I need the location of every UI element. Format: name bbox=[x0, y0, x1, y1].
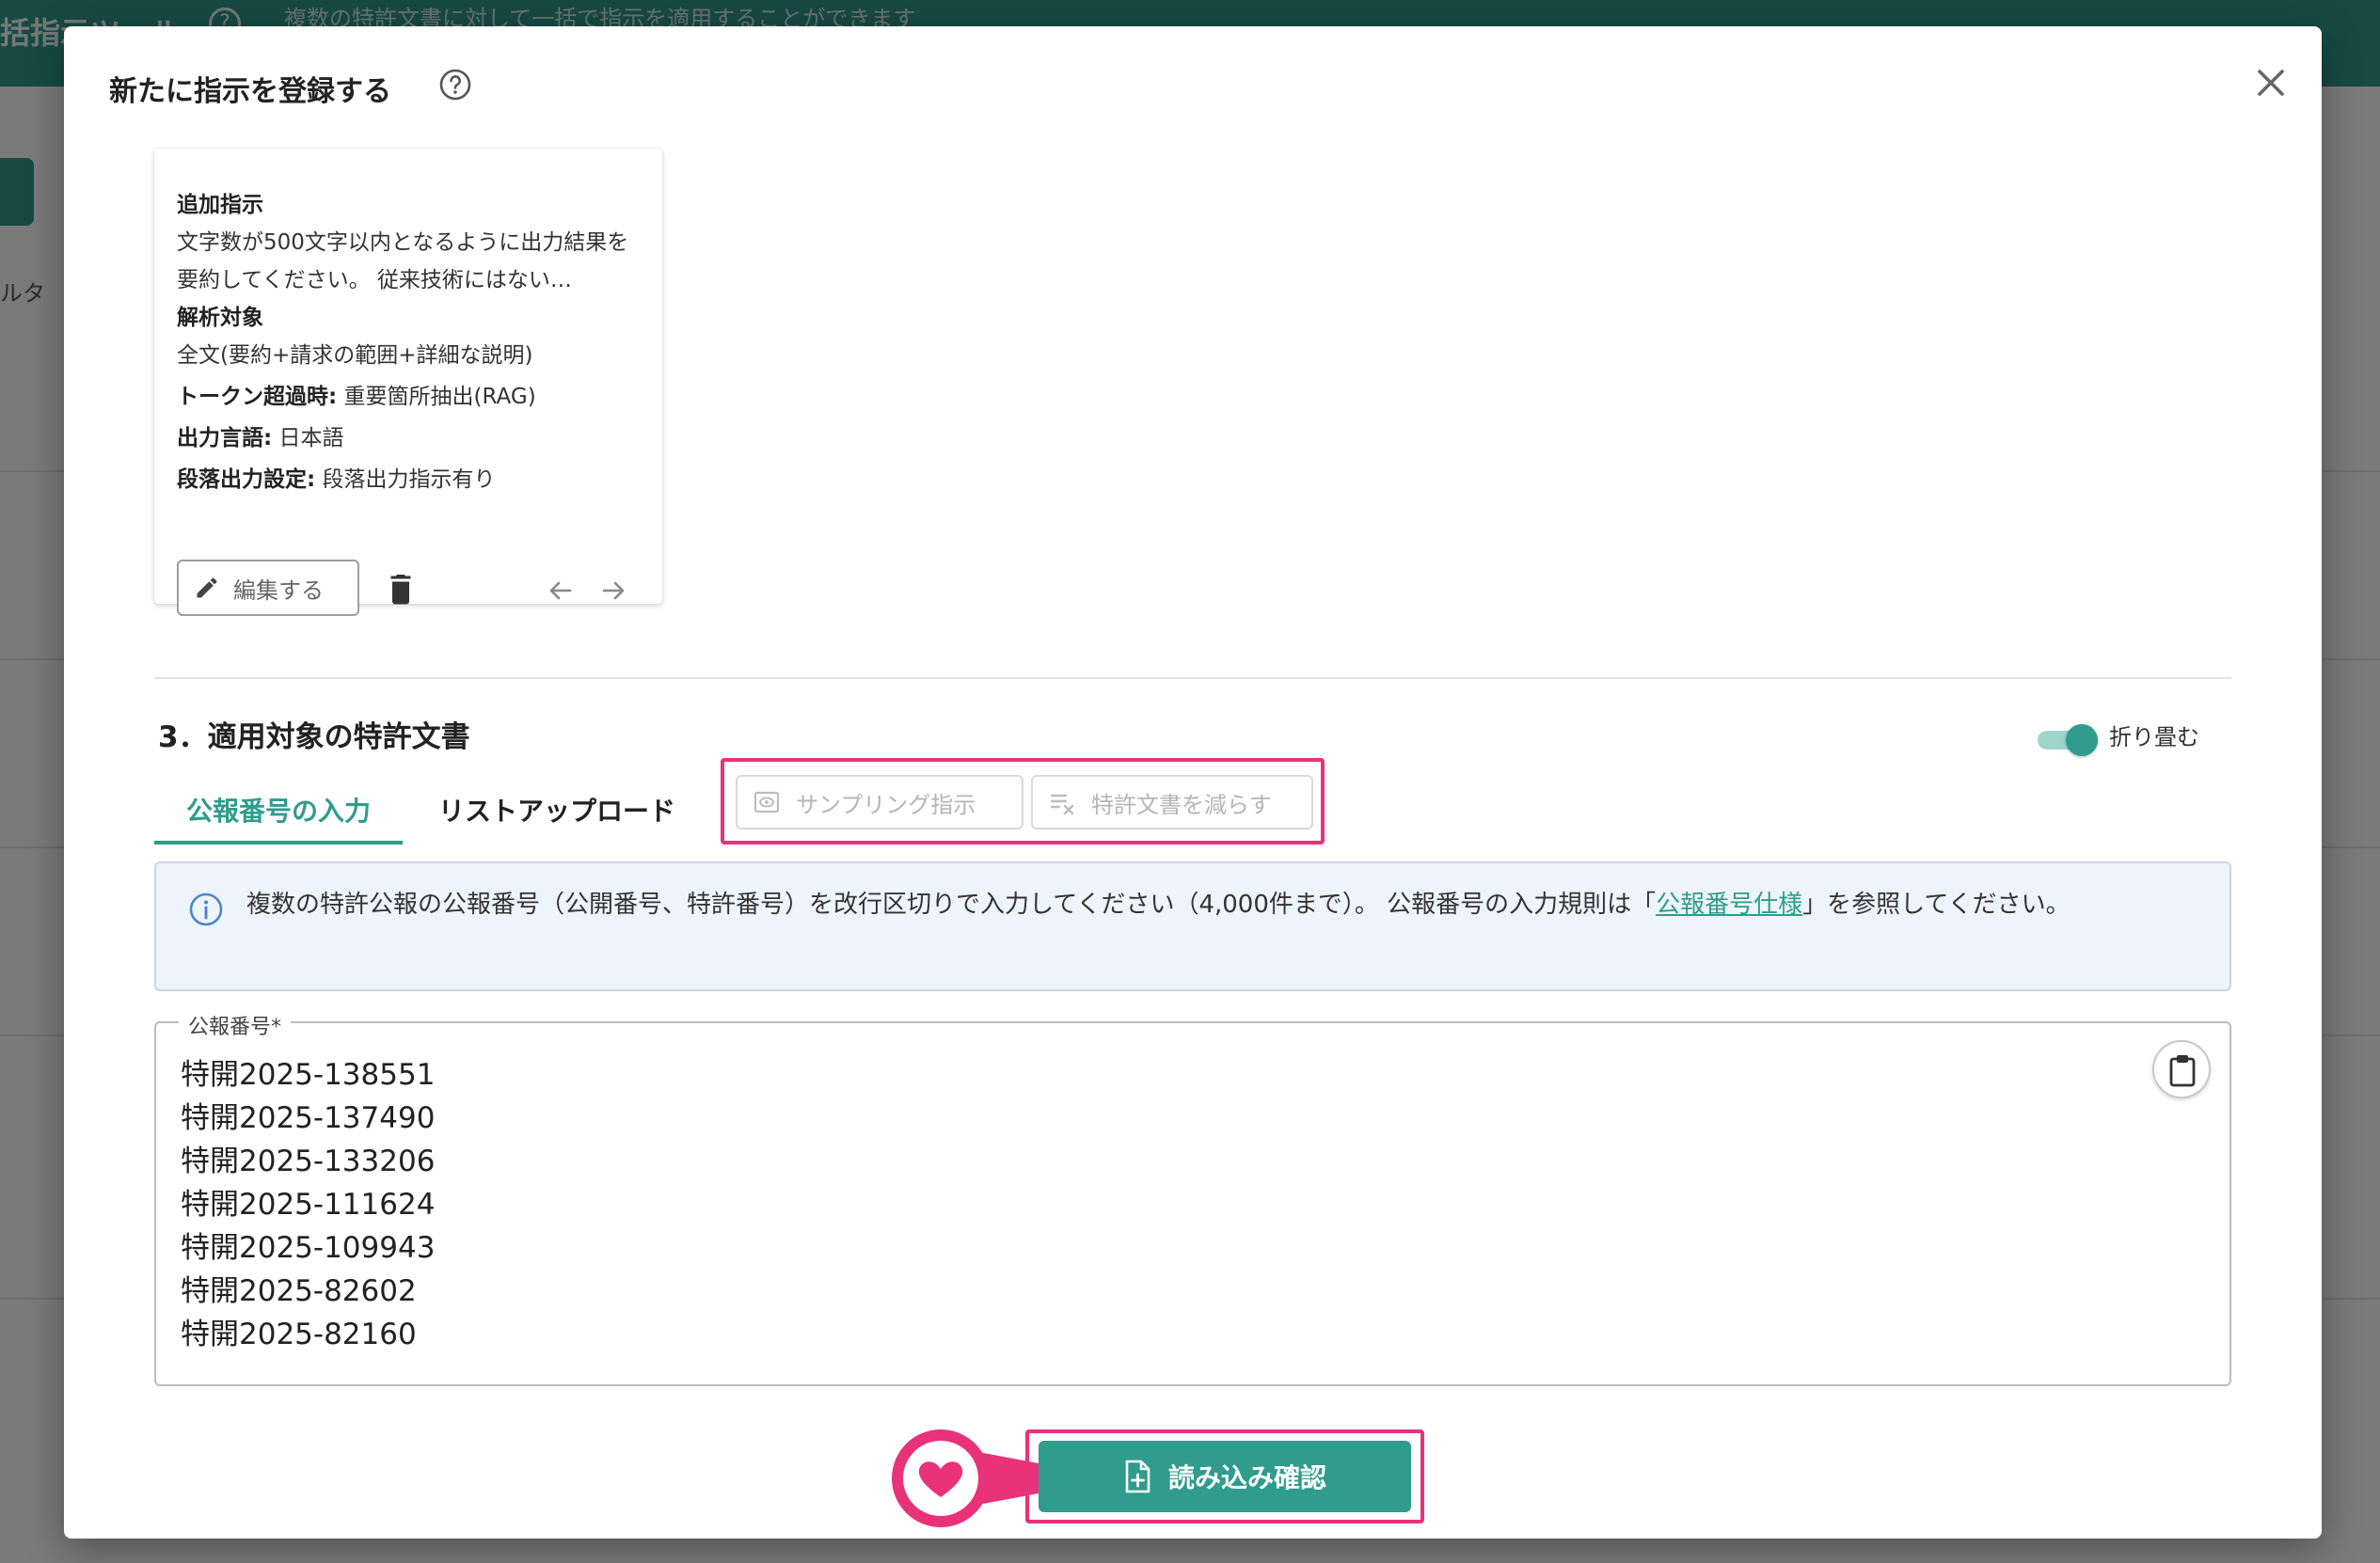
additional-instruction-label: 追加指示 bbox=[177, 193, 263, 217]
edit-button-label: 編集する bbox=[233, 576, 324, 604]
publication-number-line: 特開2025-137490 bbox=[181, 1101, 436, 1135]
publication-number-lines[interactable]: 特開2025-138551 特開2025-137490 特開2025-13320… bbox=[181, 1053, 435, 1356]
arrow-left-icon[interactable] bbox=[544, 574, 578, 608]
token-label: トークン超過時: bbox=[177, 385, 338, 409]
info-alert-text: 複数の特許公報の公報番号（公開番号、特許番号）を改行区切りで入力してください（4… bbox=[246, 886, 2203, 924]
close-icon[interactable] bbox=[2246, 58, 2295, 107]
info-icon bbox=[189, 892, 223, 926]
collapse-toggle[interactable] bbox=[2038, 722, 2098, 756]
file-add-icon bbox=[1125, 1460, 1150, 1493]
language-setting-row: 出力言語: 日本語 bbox=[177, 419, 647, 457]
sampling-instruction-label: サンプリング指示 bbox=[796, 791, 976, 818]
publication-number-line: 特開2025-82602 bbox=[181, 1274, 417, 1308]
publication-number-field-label: 公報番号* bbox=[179, 1010, 292, 1040]
reduce-documents-label: 特許文書を減らす bbox=[1091, 791, 1272, 818]
publication-number-line: 特開2025-82160 bbox=[181, 1318, 417, 1351]
arrow-right-icon[interactable] bbox=[596, 574, 630, 608]
paragraph-label: 段落出力設定: bbox=[177, 467, 316, 492]
publication-number-line: 特開2025-133206 bbox=[181, 1145, 436, 1178]
paragraph-value: 段落出力指示有り bbox=[322, 467, 496, 492]
sampling-instruction-button[interactable]: サンプリング指示 bbox=[736, 775, 1023, 829]
info-text-after: 」を参照してください。 bbox=[1802, 891, 2071, 919]
publication-number-line: 特開2025-111624 bbox=[181, 1188, 436, 1222]
tab-list-upload[interactable]: リストアップロード bbox=[427, 779, 687, 845]
load-confirm-label: 読み込み確認 bbox=[1167, 1462, 1326, 1493]
token-setting-row: トークン超過時: 重要箇所抽出(RAG) bbox=[177, 378, 647, 416]
toggle-thumb bbox=[2066, 724, 2098, 756]
trash-icon[interactable] bbox=[384, 570, 418, 608]
help-circle-icon[interactable] bbox=[438, 68, 472, 102]
dialog-title: 新たに指示を登録する bbox=[109, 75, 391, 108]
instruction-card-body: 追加指示 文字数が500文字以内となるように出力結果を要約してください。 従来技… bbox=[177, 186, 647, 498]
paragraph-setting-row: 段落出力設定: 段落出力指示有り bbox=[177, 461, 647, 498]
register-instruction-dialog: 新たに指示を登録する 追加指示 文字数が500文字以内となるように出力結果を要約… bbox=[64, 26, 2322, 1539]
language-value: 日本語 bbox=[278, 426, 344, 450]
paste-button[interactable] bbox=[2152, 1040, 2211, 1098]
publication-number-spec-link[interactable]: 公報番号仕様 bbox=[1656, 891, 1802, 919]
tab-publication-number-input[interactable]: 公報番号の入力 bbox=[154, 779, 403, 845]
edit-button[interactable]: 編集する bbox=[177, 560, 359, 616]
language-label: 出力言語: bbox=[177, 426, 273, 450]
analysis-target-label: 解析対象 bbox=[177, 306, 263, 330]
info-text-before: 複数の特許公報の公報番号（公開番号、特許番号）を改行区切りで入力してください（4… bbox=[246, 891, 1657, 919]
clipboard-icon bbox=[2169, 1055, 2196, 1087]
analysis-target-value: 全文(要約+請求の範囲+詳細な説明) bbox=[177, 343, 533, 368]
heart-pointer-icon bbox=[892, 1429, 1039, 1527]
eye-box-icon bbox=[754, 791, 780, 813]
section-3-title: 3．適用対象の特許文書 bbox=[158, 720, 470, 754]
publication-number-textarea[interactable]: 公報番号* 特開2025-138551 特開2025-137490 特開2025… bbox=[154, 1010, 2231, 1386]
section-divider bbox=[154, 677, 2231, 679]
token-value: 重要箇所抽出(RAG) bbox=[343, 385, 536, 409]
list-remove-icon bbox=[1050, 794, 1074, 815]
publication-number-line: 特開2025-138551 bbox=[181, 1058, 436, 1092]
info-alert: 複数の特許公報の公報番号（公開番号、特許番号）を改行区切りで入力してください（4… bbox=[154, 861, 2231, 991]
collapse-toggle-label: 折り畳む bbox=[2109, 724, 2199, 750]
instruction-card: 追加指示 文字数が500文字以内となるように出力結果を要約してください。 従来技… bbox=[154, 149, 662, 616]
reduce-documents-button[interactable]: 特許文書を減らす bbox=[1031, 775, 1313, 829]
pencil-icon bbox=[197, 577, 217, 598]
additional-instruction-text: 文字数が500文字以内となるように出力結果を要約してください。 従来技術にはない… bbox=[177, 230, 629, 292]
load-confirm-button[interactable]: 読み込み確認 bbox=[1039, 1441, 1411, 1512]
publication-number-line: 特開2025-109943 bbox=[181, 1231, 436, 1265]
